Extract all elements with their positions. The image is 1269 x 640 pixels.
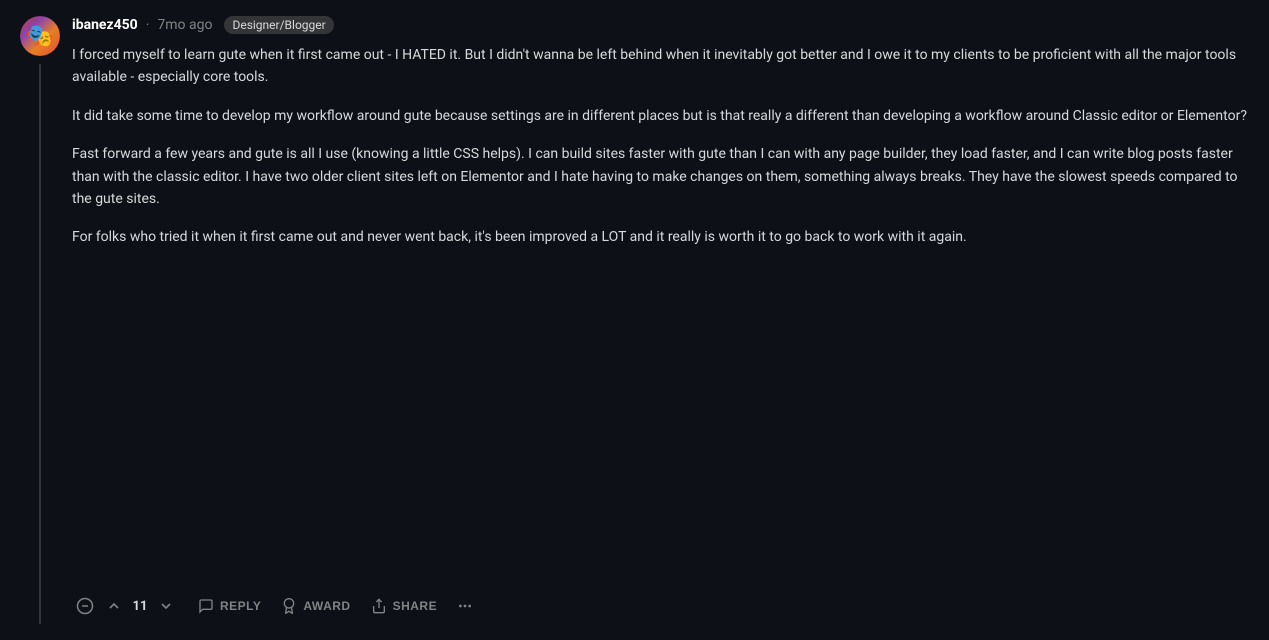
- upvote-button[interactable]: [102, 594, 126, 618]
- separator: ·: [146, 17, 150, 33]
- paragraph-4: For folks who tried it when it first cam…: [72, 226, 1249, 248]
- paragraph-3: Fast forward a few years and gute is all…: [72, 143, 1249, 210]
- reply-label: Reply: [220, 599, 261, 613]
- vote-count: 11: [132, 599, 148, 614]
- collapse-button[interactable]: [72, 593, 98, 619]
- comment-actions: 11 Reply Award: [72, 592, 1249, 624]
- thread-line: [39, 64, 41, 624]
- comment-header: ibanez450 · 7mo ago Designer/Blogger: [72, 16, 1249, 34]
- share-label: Share: [393, 599, 438, 613]
- reply-button[interactable]: Reply: [190, 592, 269, 620]
- vote-section: 11: [102, 594, 178, 618]
- timestamp: 7mo ago: [157, 17, 212, 33]
- left-bar: 🎭: [20, 16, 60, 624]
- paragraph-2: It did take some time to develop my work…: [72, 105, 1249, 127]
- avatar-icon: 🎭: [26, 24, 53, 49]
- user-flair: Designer/Blogger: [224, 16, 333, 34]
- award-button[interactable]: Award: [273, 592, 358, 620]
- comment-body: I forced myself to learn gute when it fi…: [72, 44, 1249, 576]
- username[interactable]: ibanez450: [72, 17, 138, 33]
- award-label: Award: [303, 599, 350, 613]
- avatar-image: 🎭: [20, 16, 60, 56]
- downvote-button[interactable]: [154, 594, 178, 618]
- avatar: 🎭: [20, 16, 60, 56]
- more-options-button[interactable]: [449, 592, 481, 620]
- comment-container: 🎭 ibanez450 · 7mo ago Designer/Blogger I…: [0, 0, 1269, 640]
- share-button[interactable]: Share: [363, 592, 446, 620]
- paragraph-1: I forced myself to learn gute when it fi…: [72, 44, 1249, 89]
- content-area: ibanez450 · 7mo ago Designer/Blogger I f…: [72, 16, 1249, 624]
